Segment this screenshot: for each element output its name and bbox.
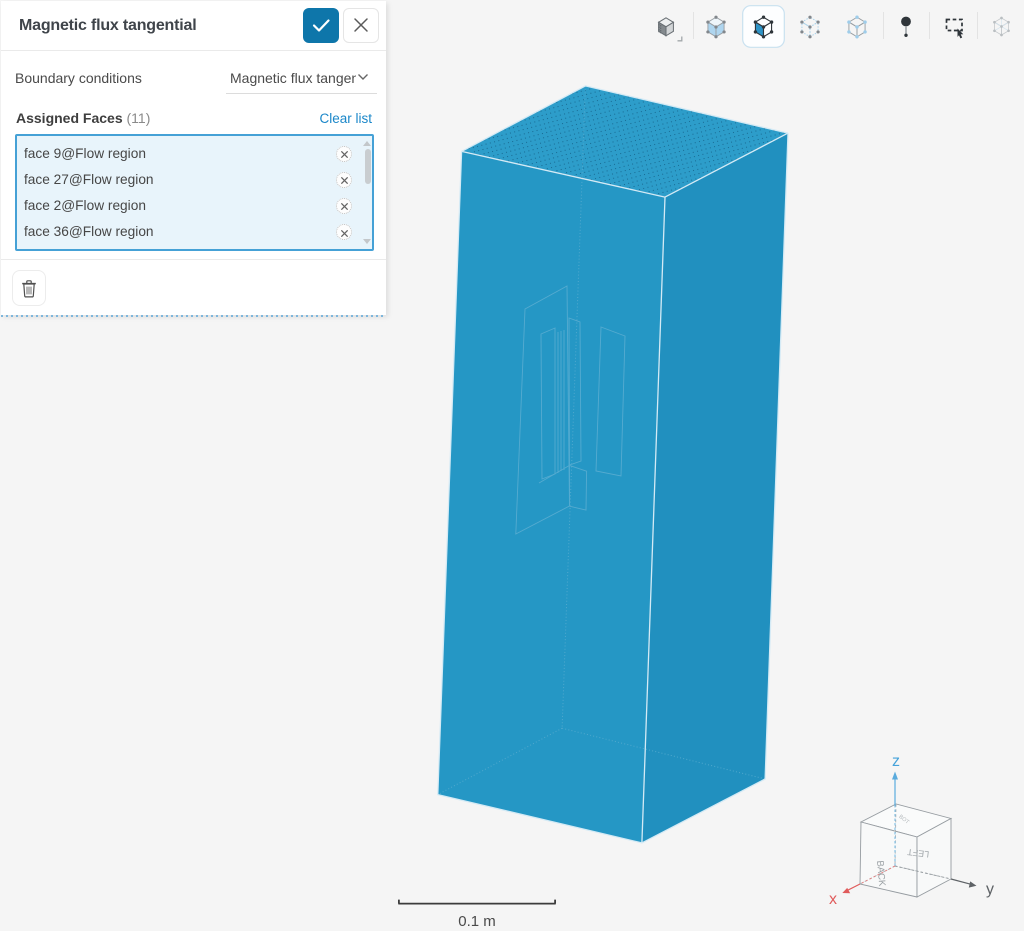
- svg-text:0.1 m: 0.1 m: [458, 913, 496, 930]
- svg-text:y: y: [986, 881, 994, 898]
- svg-text:x: x: [829, 891, 837, 908]
- svg-text:BACK: BACK: [874, 860, 887, 887]
- svg-text:z: z: [892, 753, 900, 770]
